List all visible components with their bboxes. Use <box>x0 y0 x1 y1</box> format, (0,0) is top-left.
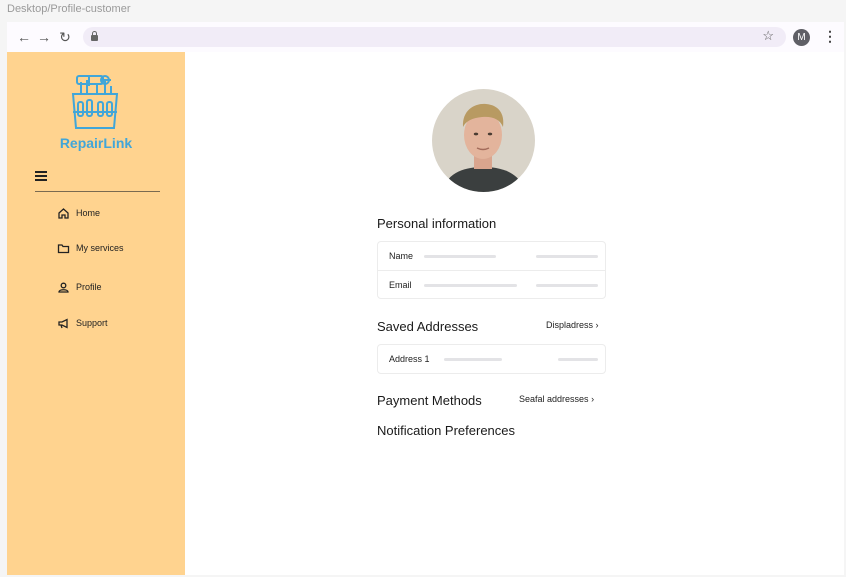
name-row[interactable]: Name <box>378 242 605 270</box>
forward-arrow-icon[interactable]: → <box>34 27 54 47</box>
sidebar-item-my-services[interactable]: My services <box>57 241 124 255</box>
browser-window: ← → ↻ ☆ M ⋮ RepairLink Home My services … <box>7 22 844 575</box>
sidebar-item-home[interactable]: Home <box>57 206 100 220</box>
payment-methods-link-label: Seafal addresses <box>519 394 589 404</box>
megaphone-icon <box>58 317 68 329</box>
sidebar-item-label: Support <box>76 318 108 328</box>
email-row[interactable]: Email <box>378 270 605 298</box>
browser-toolbar: ← → ↻ ☆ M ⋮ <box>7 22 844 52</box>
back-arrow-icon[interactable]: ← <box>14 27 34 47</box>
saved-addresses-link[interactable]: Displadress › <box>546 320 599 330</box>
sidebar-item-label: Profile <box>76 282 102 292</box>
menu-icon[interactable] <box>35 171 47 181</box>
main-content: Personal information Name Email Saved Ad… <box>185 52 844 575</box>
frame-label: Desktop/Profile-customer <box>7 3 131 15</box>
address-value-bar <box>558 358 598 361</box>
name-value-bar <box>536 255 598 258</box>
toolbox-logo-icon <box>71 75 119 129</box>
sidebar-item-profile[interactable]: Profile <box>57 280 102 294</box>
chevron-right-icon: › <box>595 320 599 330</box>
payment-methods-heading: Payment Methods <box>377 393 482 408</box>
folder-icon <box>57 243 70 253</box>
home-icon <box>58 207 69 219</box>
email-placeholder-bar <box>424 284 517 287</box>
lock-icon <box>91 31 98 41</box>
email-value-bar <box>536 284 598 287</box>
personal-info-card: Name Email <box>377 241 606 299</box>
email-label: Email <box>389 279 412 290</box>
address-bar[interactable]: ☆ <box>83 27 786 47</box>
more-options-icon[interactable]: ⋮ <box>823 28 837 45</box>
name-placeholder-bar <box>424 255 496 258</box>
sidebar-item-support[interactable]: Support <box>57 316 108 330</box>
sidebar-item-label: My services <box>76 243 124 253</box>
profile-avatar[interactable]: M <box>793 29 810 46</box>
personal-information-heading: Personal information <box>377 216 497 231</box>
profile-photo[interactable] <box>432 89 535 192</box>
address-row[interactable]: Address 1 <box>378 345 605 373</box>
payment-methods-link[interactable]: Seafal addresses › <box>519 394 594 404</box>
address-label: Address 1 <box>389 354 430 364</box>
chevron-right-icon: › <box>591 394 595 404</box>
address-card: Address 1 <box>377 344 606 374</box>
name-label: Name <box>389 251 414 261</box>
sidebar-divider <box>35 191 160 192</box>
reload-icon[interactable]: ↻ <box>55 27 75 47</box>
sidebar-item-label: Home <box>76 208 101 218</box>
star-icon[interactable]: ☆ <box>762 28 774 44</box>
saved-addresses-link-label: Displadress <box>546 320 594 330</box>
address-placeholder-bar <box>444 358 502 361</box>
user-icon <box>58 282 69 293</box>
saved-addresses-heading: Saved Addresses <box>377 319 479 334</box>
notification-preferences-heading: Notification Preferences <box>377 423 516 438</box>
brand-name: RepairLink <box>59 135 133 151</box>
sidebar: RepairLink Home My services Profile Supp… <box>7 52 185 575</box>
